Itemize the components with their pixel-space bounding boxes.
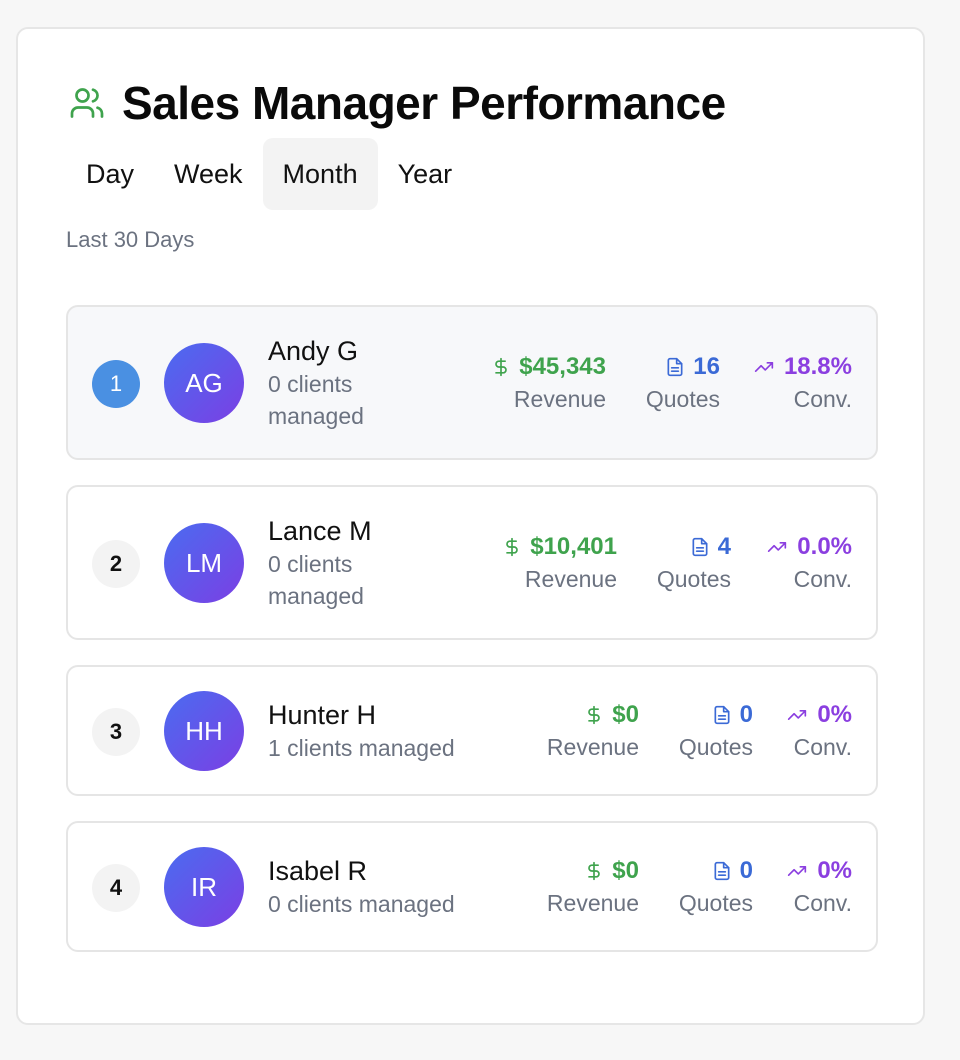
conversion-stat: 0% Conv. — [785, 699, 852, 763]
clients-managed: 0 clients managed — [268, 551, 364, 609]
dollar-icon — [502, 535, 522, 559]
page-title: Sales Manager Performance — [122, 77, 726, 129]
performance-card: Sales Manager Performance Day Week Month… — [16, 27, 925, 1025]
tab-year[interactable]: Year — [378, 138, 473, 210]
tab-day[interactable]: Day — [66, 138, 154, 210]
avatar: LM — [164, 523, 244, 603]
manager-row[interactable]: 3 HH Hunter H 1 clients managed $0 Reven… — [66, 665, 878, 796]
revenue-stat: $0 Revenue — [547, 855, 639, 919]
trending-up-icon — [785, 705, 809, 725]
manager-info: Andy G 0 clients managed — [268, 334, 418, 432]
avatar: HH — [164, 691, 244, 771]
quotes-label: Quotes — [645, 386, 720, 412]
users-icon — [68, 83, 108, 123]
tab-week[interactable]: Week — [154, 138, 263, 210]
revenue-value: $45,343 — [519, 353, 606, 380]
quotes-value: 0 — [739, 701, 753, 728]
period-label: Last 30 Days — [66, 227, 195, 252]
rank-badge: 2 — [92, 540, 140, 588]
rank-badge: 3 — [92, 708, 140, 756]
trending-up-icon — [752, 357, 776, 377]
manager-name: Lance M — [268, 516, 372, 546]
quotes-stat: 0 Quotes — [679, 855, 753, 919]
conversion-stat: 0.0% Conv. — [765, 531, 852, 595]
document-icon — [712, 703, 732, 727]
tab-month[interactable]: Month — [262, 138, 378, 210]
dollar-icon — [584, 703, 604, 727]
card-header: Sales Manager Performance — [68, 75, 726, 131]
rank-badge: 1 — [92, 360, 140, 408]
avatar: AG — [164, 343, 244, 423]
quotes-stat: 0 Quotes — [679, 699, 753, 763]
manager-info: Lance M 0 clients managed — [268, 514, 418, 612]
quotes-stat: 4 Quotes — [657, 531, 731, 595]
document-icon — [712, 859, 732, 883]
revenue-stat: $45,343 Revenue — [491, 351, 606, 415]
quotes-label: Quotes — [656, 566, 731, 592]
manager-row[interactable]: 4 IR Isabel R 0 clients managed $0 Reven… — [66, 821, 878, 952]
conversion-label: Conv. — [793, 734, 852, 760]
manager-row[interactable]: 1 AG Andy G 0 clients managed $45,343 Re… — [66, 305, 878, 460]
revenue-stat: $0 Revenue — [547, 699, 639, 763]
quotes-value: 0 — [739, 857, 753, 884]
conversion-stat: 18.8% Conv. — [752, 351, 852, 415]
revenue-value: $10,401 — [530, 533, 617, 560]
rank-badge: 4 — [92, 864, 140, 912]
revenue-value: $0 — [612, 701, 639, 728]
clients-managed: 1 clients managed — [268, 735, 455, 761]
dollar-icon — [584, 859, 604, 883]
manager-name: Andy G — [268, 336, 359, 366]
document-icon — [690, 535, 710, 559]
period-tabs: Day Week Month Year — [66, 138, 472, 210]
quotes-value: 4 — [717, 533, 731, 560]
quotes-value: 16 — [693, 353, 720, 380]
manager-row[interactable]: 2 LM Lance M 0 clients managed $10,401 R… — [66, 485, 878, 640]
quotes-label: Quotes — [678, 890, 753, 916]
quotes-label: Quotes — [678, 734, 753, 760]
conversion-label: Conv. — [793, 386, 852, 412]
trending-up-icon — [785, 861, 809, 881]
revenue-stat: $10,401 Revenue — [502, 531, 617, 595]
document-icon — [665, 355, 685, 379]
quotes-stat: 16 Quotes — [646, 351, 720, 415]
avatar: IR — [164, 847, 244, 927]
conversion-value: 18.8% — [783, 353, 852, 380]
manager-info: Isabel R 0 clients managed — [268, 854, 528, 920]
clients-managed: 0 clients managed — [268, 891, 455, 917]
dollar-icon — [491, 355, 511, 379]
conversion-stat: 0% Conv. — [785, 855, 852, 919]
manager-info: Hunter H 1 clients managed — [268, 698, 528, 764]
conversion-label: Conv. — [793, 566, 852, 592]
conversion-value: 0.0% — [797, 533, 852, 560]
conversion-value: 0% — [817, 857, 852, 884]
revenue-label: Revenue — [546, 734, 639, 760]
manager-name: Isabel R — [268, 856, 368, 886]
revenue-label: Revenue — [524, 566, 617, 592]
trending-up-icon — [765, 537, 789, 557]
revenue-value: $0 — [612, 857, 639, 884]
revenue-label: Revenue — [513, 386, 606, 412]
clients-managed: 0 clients managed — [268, 371, 364, 429]
manager-name: Hunter H — [268, 700, 377, 730]
revenue-label: Revenue — [546, 890, 639, 916]
conversion-label: Conv. — [793, 890, 852, 916]
conversion-value: 0% — [817, 701, 852, 728]
